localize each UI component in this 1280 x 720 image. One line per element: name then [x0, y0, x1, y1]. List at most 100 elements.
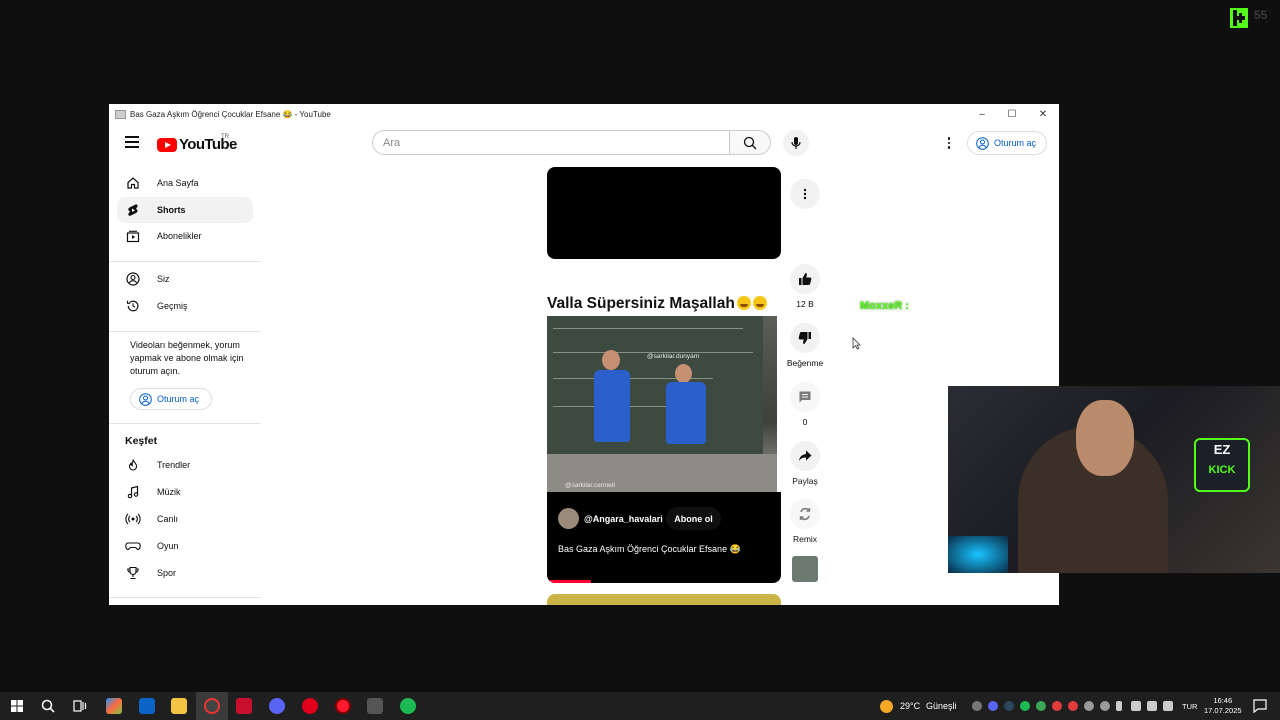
- temperature[interactable]: 29°C: [900, 701, 920, 711]
- webcam-overlay: EZ KICK: [948, 386, 1280, 573]
- sidebar: Ana Sayfa Shorts Abonelikler Siz Geçmiş …: [109, 164, 264, 605]
- search-icon[interactable]: [40, 698, 56, 714]
- signin-button-sidebar[interactable]: Oturum aç: [130, 388, 212, 410]
- voice-search-button[interactable]: [783, 130, 809, 156]
- remix-icon: [790, 499, 820, 529]
- tray-app-icon[interactable]: [1131, 701, 1141, 711]
- search-button[interactable]: [729, 130, 771, 155]
- close-button[interactable]: ✕: [1028, 104, 1058, 124]
- input-language[interactable]: TUR: [1182, 702, 1197, 711]
- weather-sun-icon[interactable]: [880, 700, 893, 713]
- sidebar-item-subscriptions[interactable]: Abonelikler: [117, 223, 253, 249]
- app-icon[interactable]: [367, 698, 383, 714]
- laughing-emoji-icon: [752, 296, 767, 310]
- sidebar-item-sports[interactable]: Spor: [117, 560, 253, 586]
- dislike-button[interactable]: Beğenme: [786, 323, 824, 368]
- sidebar-item-label: Shorts: [157, 205, 186, 215]
- like-count: 12 B: [796, 299, 814, 309]
- sidebar-item-history[interactable]: Geçmiş: [117, 293, 253, 319]
- clock-date: 17.07.2025: [1204, 706, 1242, 715]
- channel-handle[interactable]: @Angara_havalari: [584, 514, 663, 524]
- outlook-icon[interactable]: [139, 698, 155, 714]
- obs-icon[interactable]: [204, 698, 220, 714]
- channel-avatar[interactable]: [558, 508, 579, 529]
- share-label: Paylaş: [792, 476, 818, 486]
- tray-discord-icon[interactable]: [988, 701, 998, 711]
- system-clock[interactable]: 16:46 17.07.2025: [1204, 696, 1242, 716]
- tray-app-icon[interactable]: [1052, 701, 1062, 711]
- chalkboard: [547, 316, 763, 454]
- weather-status[interactable]: Güneşli: [926, 701, 957, 711]
- search-input[interactable]: Ara: [372, 130, 729, 155]
- child-figure: [666, 382, 706, 444]
- opera-gx-icon[interactable]: [335, 698, 351, 714]
- short-more-button[interactable]: [790, 179, 820, 209]
- sidebar-divider: [109, 597, 261, 598]
- short-video-frame: Valla Süpersiniz Maşallah @sarkilar.duny…: [547, 259, 781, 492]
- dislike-label: Beğenme: [786, 358, 824, 368]
- sidebar-item-live[interactable]: Canlı: [117, 506, 253, 532]
- discord-icon[interactable]: [269, 698, 285, 714]
- watermark-top: @sarkilar.dunyam: [647, 353, 700, 360]
- sidebar-item-you[interactable]: Siz: [117, 266, 253, 292]
- stream-tool-icon[interactable]: [236, 698, 252, 714]
- user-icon: [125, 271, 141, 287]
- menu-icon[interactable]: [125, 136, 139, 148]
- tray-app-icon[interactable]: [972, 701, 982, 711]
- sidebar-item-trending[interactable]: Trendler: [117, 452, 253, 478]
- sidebar-item-label: Abonelikler: [157, 231, 202, 241]
- child-head: [602, 350, 620, 370]
- sidebar-divider: [109, 261, 261, 262]
- spotify-icon[interactable]: [400, 698, 416, 714]
- watermark-bottom: @sarkilar.cenneti: [565, 482, 615, 489]
- signin-label: Oturum aç: [994, 138, 1037, 148]
- shorts-icon: [125, 202, 141, 218]
- comment-count: 0: [802, 417, 808, 427]
- opera-icon[interactable]: [302, 698, 318, 714]
- short-player[interactable]: Valla Süpersiniz Maşallah @sarkilar.duny…: [547, 259, 781, 583]
- history-icon: [125, 298, 141, 314]
- previous-short-player[interactable]: [547, 167, 781, 259]
- classroom-photo: @sarkilar.dunyam @sarkilar.cenneti: [547, 316, 777, 492]
- like-button[interactable]: 12 B: [790, 264, 820, 309]
- youtube-logo[interactable]: YouTube TR: [157, 134, 237, 153]
- signin-button-header[interactable]: Oturum aç: [967, 131, 1047, 155]
- copilot-icon[interactable]: [106, 698, 122, 714]
- trophy-icon: [125, 565, 141, 581]
- sidebar-item-gaming[interactable]: Oyun: [117, 533, 253, 559]
- chat-message: MoxxeR :: [860, 300, 909, 312]
- notifications-icon[interactable]: [1252, 698, 1268, 714]
- tray-app-icon[interactable]: [1068, 701, 1078, 711]
- windows-start-icon[interactable]: [9, 698, 25, 714]
- sound-thumbnail[interactable]: [792, 556, 818, 582]
- next-short-player[interactable]: [547, 594, 781, 605]
- network-icon[interactable]: [1147, 701, 1157, 711]
- search-icon: [743, 136, 757, 149]
- sidebar-item-music[interactable]: Müzik: [117, 479, 253, 505]
- sidebar-item-label: Ana Sayfa: [157, 178, 199, 188]
- short-progress-bar[interactable]: [547, 580, 591, 583]
- share-button[interactable]: Paylaş: [790, 441, 820, 486]
- subscribe-button[interactable]: Abone ol: [666, 507, 721, 530]
- maximize-button[interactable]: ☐: [997, 104, 1027, 124]
- live-icon: [125, 511, 141, 527]
- account-icon: [976, 136, 989, 150]
- tray-app-icon[interactable]: [1084, 701, 1094, 711]
- remix-button[interactable]: Remix: [790, 499, 820, 544]
- tray-spotify-icon[interactable]: [1020, 701, 1030, 711]
- short-title[interactable]: Bas Gaza Aşkım Öğrenci Çocuklar Efsane 😂: [558, 544, 741, 555]
- file-explorer-icon[interactable]: [171, 698, 187, 714]
- minimize-button[interactable]: –: [967, 104, 997, 124]
- microphone-icon[interactable]: [1116, 701, 1122, 711]
- sidebar-item-label: Spor: [157, 568, 177, 578]
- comments-button[interactable]: 0: [790, 382, 820, 427]
- task-view-icon[interactable]: [72, 698, 88, 714]
- sidebar-item-shorts[interactable]: Shorts: [117, 197, 253, 223]
- volume-icon[interactable]: [1163, 701, 1173, 711]
- tray-steam-icon[interactable]: [1004, 701, 1014, 711]
- sidebar-item-label: Trendler: [157, 460, 191, 470]
- tray-app-icon[interactable]: [1100, 701, 1110, 711]
- settings-more-icon[interactable]: [941, 134, 957, 152]
- tray-app-icon[interactable]: [1036, 701, 1046, 711]
- sidebar-item-home[interactable]: Ana Sayfa: [117, 170, 253, 196]
